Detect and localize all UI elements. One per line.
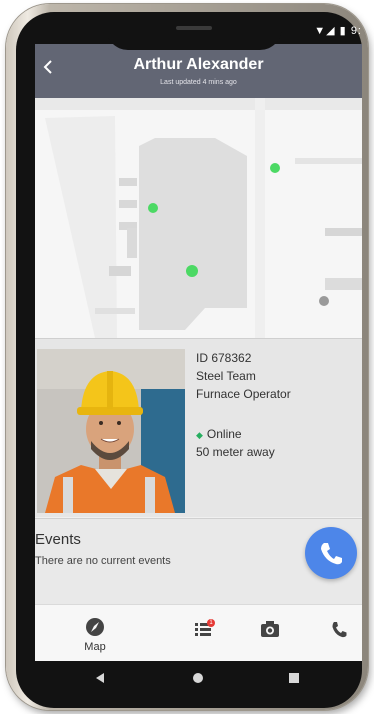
worker-photo (37, 349, 185, 513)
status-bar: ▼◢ ▮ 9: (314, 24, 362, 37)
app-screen: Arthur Alexander Last updated 4 mins ago (35, 44, 362, 661)
phone-icon (321, 543, 342, 565)
tab-events-list[interactable]: 1 (173, 605, 233, 661)
map-canvas (35, 98, 362, 338)
worker-info: ID 678362 Steel Team Furnace Operator ◆ O… (196, 349, 291, 461)
android-nav-bar (35, 661, 362, 699)
map-marker[interactable] (186, 265, 198, 277)
worker-profile-card: ID 678362 Steel Team Furnace Operator ◆ O… (35, 338, 362, 517)
events-empty-message: There are no current events (35, 555, 171, 567)
notch (106, 16, 282, 50)
list-icon (195, 623, 211, 636)
notification-badge: 1 (207, 619, 215, 627)
worker-team: Steel Team (196, 369, 256, 383)
tab-call[interactable] (310, 605, 362, 661)
map-marker[interactable] (319, 296, 329, 306)
call-button[interactable] (305, 527, 357, 579)
events-title: Events (35, 531, 81, 548)
worker-role: Furnace Operator (196, 387, 291, 401)
events-section: Events There are no current events (35, 518, 362, 605)
compass-icon (86, 618, 104, 636)
online-status-label: Online (206, 427, 242, 441)
app-header: Arthur Alexander Last updated 4 mins ago (35, 44, 362, 98)
nav-recents-button[interactable] (287, 671, 301, 685)
last-updated-text: Last updated 4 mins ago (160, 79, 237, 86)
bottom-tab-bar: Map 1 (35, 604, 362, 661)
camera-icon (261, 621, 279, 637)
map-marker[interactable] (148, 203, 158, 213)
phone-icon (332, 622, 347, 638)
map-view[interactable] (35, 98, 362, 338)
speaker (176, 26, 212, 30)
tab-map-label: Map (84, 641, 106, 653)
worker-avatar (37, 349, 185, 513)
wifi-icon: ◆ (196, 430, 203, 440)
nav-home-button[interactable] (191, 671, 205, 685)
nav-back-button[interactable] (93, 671, 107, 685)
wifi-signal-icon: ▼◢ ▮ (314, 25, 347, 37)
worker-id: ID 678362 (196, 351, 252, 365)
online-status: ◆ Online (196, 425, 291, 443)
tab-map[interactable]: Map (65, 605, 125, 661)
status-time: 9: (350, 25, 362, 37)
worker-distance: 50 meter away (196, 445, 275, 459)
tab-camera[interactable] (240, 605, 300, 661)
page-title: Arthur Alexander (133, 56, 264, 73)
map-marker[interactable] (270, 163, 280, 173)
